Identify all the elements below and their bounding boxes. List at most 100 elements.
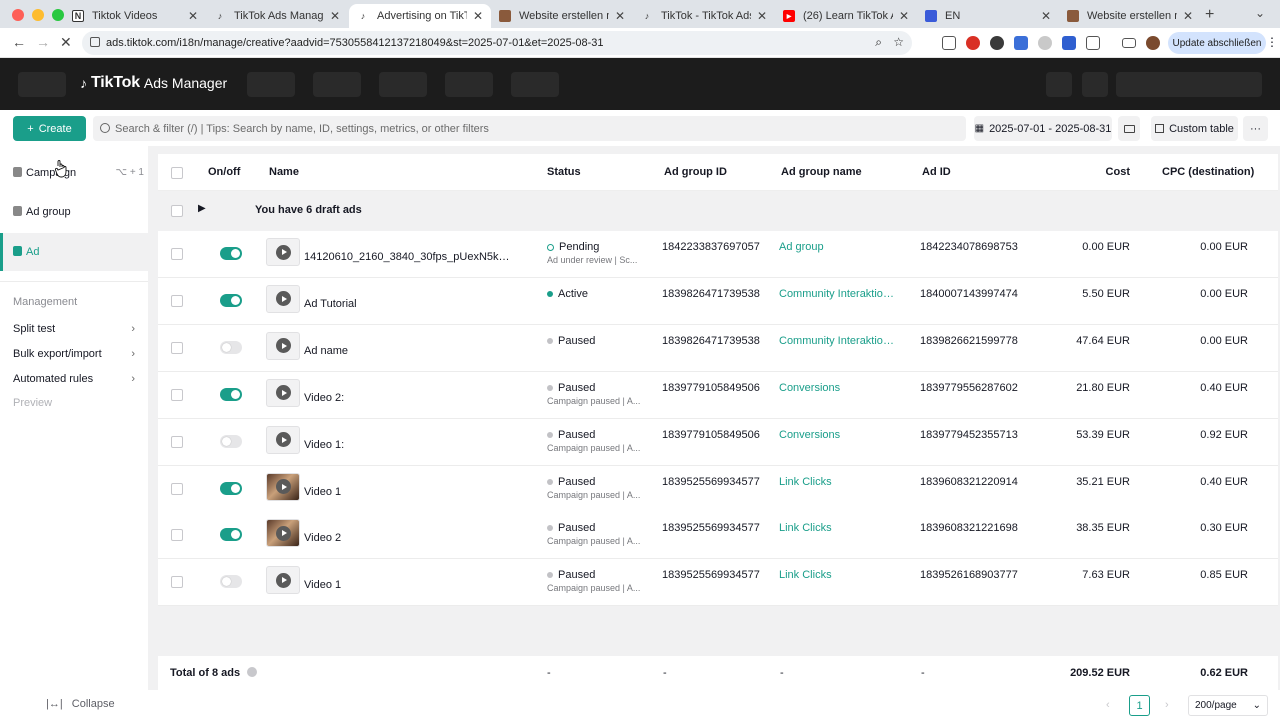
collapse-button[interactable]: |↔| Collapse (46, 698, 115, 710)
site-info-icon[interactable] (90, 37, 100, 47)
adblock-extension-icon[interactable] (966, 36, 980, 50)
tab-search-icon[interactable]: ⌄ (1255, 6, 1265, 20)
row-checkbox[interactable] (171, 576, 183, 589)
on-off-toggle[interactable] (220, 387, 242, 401)
column-header-name[interactable]: Name (269, 166, 299, 178)
close-tab-icon[interactable]: ✕ (330, 9, 340, 23)
row-checkbox[interactable] (171, 529, 183, 542)
sidebar-item-ad[interactable]: Ad (0, 233, 148, 271)
close-window-button[interactable] (12, 9, 24, 21)
expand-caret-icon[interactable]: ▶ (198, 203, 206, 214)
ad-group-name-link[interactable]: Conversions (779, 382, 897, 394)
extension-icon[interactable] (990, 36, 1004, 50)
row-checkbox[interactable] (171, 341, 183, 354)
ad-name[interactable]: Video 2 (304, 532, 514, 544)
ad-group-name-link[interactable]: Link Clicks (779, 522, 897, 534)
on-off-toggle[interactable] (220, 481, 242, 495)
search-input[interactable]: Search & filter (/) | Tips: Search by na… (93, 116, 966, 141)
automated-rules-link[interactable]: Automated rules › (13, 373, 135, 385)
nav-placeholder[interactable] (247, 72, 295, 97)
table-row[interactable]: Video 1: Paused Campaign paused | A... 1839… (158, 418, 1278, 466)
draft-ads-row[interactable]: ▶ You have 6 draft ads (158, 191, 1278, 231)
table-row[interactable]: Ad Tutorial Active 1839826471739538 Communi… (158, 277, 1278, 325)
menu-placeholder[interactable] (18, 72, 66, 97)
column-header-cpc[interactable]: CPC (destination) (1162, 166, 1254, 178)
row-checkbox[interactable] (171, 294, 183, 307)
close-tab-icon[interactable]: ✕ (757, 9, 767, 23)
table-row[interactable]: Ad name Paused 1839826471739538 Community I… (158, 324, 1278, 372)
header-action-placeholder[interactable] (1082, 72, 1108, 97)
preview-link[interactable]: Preview (13, 397, 52, 409)
ad-name[interactable]: Ad Tutorial (304, 298, 514, 310)
date-range-picker[interactable]: ▦ 2025-07-01 - 2025-08-31 (974, 116, 1112, 141)
next-page-icon[interactable]: › (1165, 699, 1169, 711)
row-checkbox[interactable] (171, 482, 183, 495)
ad-name[interactable]: Video 1 (304, 486, 514, 498)
ad-name[interactable]: Video 1 (304, 579, 514, 591)
video-thumbnail[interactable] (266, 519, 300, 548)
column-header-ad-id[interactable]: Ad ID (922, 166, 951, 178)
minimize-window-button[interactable] (32, 9, 44, 21)
table-row[interactable]: Video 1 Paused Campaign paused | A... 18395… (158, 559, 1278, 607)
close-tab-icon[interactable]: ✕ (899, 9, 909, 23)
back-icon[interactable]: ← (12, 34, 26, 50)
table-row[interactable]: Video 2 Paused Campaign paused | A... 18395… (158, 512, 1278, 560)
forward-icon[interactable]: → (36, 34, 50, 50)
ad-name[interactable]: Video 2: (304, 392, 514, 404)
on-off-toggle[interactable] (220, 528, 242, 542)
video-thumbnail[interactable] (266, 238, 300, 266)
video-thumbnail[interactable] (266, 472, 300, 501)
column-header-ad-group-name[interactable]: Ad group name (781, 166, 862, 178)
translate-extension-icon[interactable] (1014, 36, 1028, 50)
column-header-status[interactable]: Status (547, 166, 581, 178)
bulk-export-import-link[interactable]: Bulk export/import › (13, 348, 135, 360)
info-icon[interactable] (247, 667, 258, 677)
sidebar-item-campaign[interactable]: Campaign ⌥ + 1 (0, 154, 148, 192)
browser-tab[interactable]: ♪ TikTok Ads Manager ✕ (206, 4, 348, 28)
table-row[interactable]: Video 2: Paused Campaign paused | A... 1839… (158, 371, 1278, 419)
ad-group-name-link[interactable]: Ad group (779, 241, 897, 253)
on-off-toggle[interactable] (220, 434, 242, 448)
screenshot-extension-icon[interactable] (942, 36, 956, 50)
video-thumbnail[interactable] (266, 378, 300, 407)
video-thumbnail[interactable] (266, 284, 300, 313)
new-tab-button[interactable]: + (1205, 6, 1214, 24)
select-all-checkbox[interactable] (171, 167, 183, 179)
browser-tab[interactable]: ♪ TikTok - TikTok Ads & Tik ✕ (633, 4, 775, 28)
create-button[interactable]: + Create (13, 116, 86, 141)
custom-table-button[interactable]: Custom table (1151, 116, 1238, 141)
ad-group-name-link[interactable]: Community Interaktion... (779, 335, 897, 347)
ad-group-name-link[interactable]: Link Clicks (779, 476, 897, 488)
maximize-window-button[interactable] (52, 9, 64, 21)
row-checkbox[interactable] (171, 435, 183, 448)
compare-toggle-button[interactable] (1118, 116, 1140, 141)
zoom-icon[interactable]: ⌕ (875, 35, 882, 50)
row-checkbox[interactable] (171, 248, 183, 260)
stop-loading-icon[interactable]: ✕ (60, 34, 72, 51)
browser-tab[interactable]: EN ✕ (917, 4, 1059, 28)
puzzle-extensions-icon[interactable] (1086, 36, 1100, 50)
browser-tab[interactable]: ♪ Advertising on TikTok | Ti ✕ (349, 4, 491, 28)
on-off-toggle[interactable] (220, 293, 242, 307)
prev-page-icon[interactable]: ‹ (1106, 699, 1110, 711)
nav-placeholder[interactable] (445, 72, 493, 97)
update-button[interactable]: Update abschließen (1168, 32, 1266, 54)
close-tab-icon[interactable]: ✕ (1183, 9, 1193, 23)
ad-name[interactable]: Ad name (304, 345, 514, 357)
nav-placeholder[interactable] (313, 72, 361, 97)
draft-checkbox[interactable] (171, 205, 183, 217)
browser-tab[interactable]: ▶ (26) Learn TikTok Ads in ✕ (775, 4, 917, 28)
column-header-cost[interactable]: Cost (1060, 166, 1130, 178)
close-tab-icon[interactable]: ✕ (615, 9, 625, 23)
browser-tab[interactable]: Website erstellen mit Tut ✕ (1059, 4, 1201, 28)
video-thumbnail[interactable] (266, 425, 300, 454)
page-size-select[interactable]: 200/page ⌄ (1188, 695, 1268, 716)
page-number-button[interactable]: 1 (1129, 695, 1150, 716)
ad-group-name-link[interactable]: Community Interaktion... (779, 288, 897, 300)
table-row[interactable]: Video 1 Paused Campaign paused | A... 18395… (158, 465, 1278, 513)
video-thumbnail[interactable] (266, 566, 300, 595)
bookmark-star-icon[interactable]: ☆ (893, 35, 904, 49)
split-test-link[interactable]: Split test › (13, 323, 135, 335)
reading-list-icon[interactable] (1122, 38, 1136, 48)
profile-avatar[interactable] (1146, 36, 1160, 50)
